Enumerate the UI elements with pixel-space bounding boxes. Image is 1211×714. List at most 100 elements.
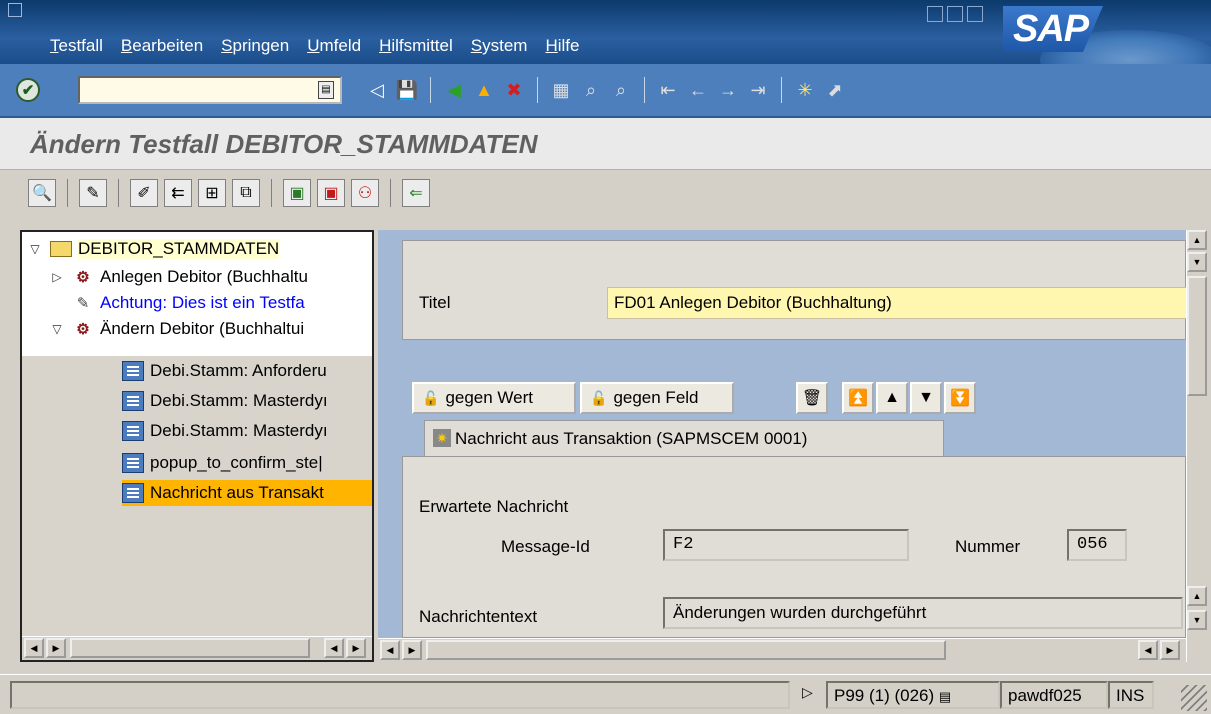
nachrichtentext-field[interactable]: Änderungen wurden durchgeführt bbox=[663, 597, 1183, 629]
menu-system[interactable]: System bbox=[471, 36, 528, 56]
tree-item[interactable]: ✎ Achtung: Dies ist ein Testfa bbox=[72, 290, 305, 316]
move-top-button[interactable]: ⏫ bbox=[842, 382, 874, 414]
tree-item-label: Ändern Debitor (Buchhaltui bbox=[100, 319, 305, 338]
insert-icon[interactable]: ⇇ bbox=[164, 179, 192, 207]
resize-grip-icon[interactable] bbox=[1181, 685, 1207, 711]
maximize-icon[interactable] bbox=[947, 6, 963, 22]
detail-vertical-scrollbar[interactable]: ▲ ▼ ▲ ▼ bbox=[1186, 230, 1208, 662]
nummer-label: Nummer bbox=[955, 537, 1021, 556]
system-info-icon[interactable]: ▤ bbox=[939, 689, 951, 704]
shortcut-icon[interactable]: ⬈ bbox=[822, 77, 848, 103]
tree-item-selected[interactable]: Nachricht aus Transakt bbox=[122, 480, 372, 506]
scroll-left-icon[interactable]: ◀ bbox=[380, 640, 400, 660]
tree-item[interactable]: Debi.Stamm: Masterdyı bbox=[122, 418, 328, 444]
gegen-wert-button[interactable]: 🔓 gegen Wert bbox=[412, 382, 576, 414]
scroll-right-icon[interactable]: ▶ bbox=[402, 640, 422, 660]
scroll-up-icon[interactable]: ▲ bbox=[1187, 586, 1207, 606]
nummer-field[interactable]: 056 bbox=[1067, 529, 1127, 561]
separator bbox=[537, 77, 538, 103]
new-session-icon[interactable]: ✳ bbox=[792, 77, 818, 103]
enter-check-icon[interactable]: ✔ bbox=[16, 78, 40, 102]
nachrichtentext-label: Nachrichtentext bbox=[419, 607, 538, 626]
edit-node-icon[interactable]: ✐ bbox=[130, 179, 158, 207]
tree-horizontal-scrollbar[interactable]: ◀ ▶ ◀ ▶ bbox=[22, 636, 372, 660]
separator bbox=[67, 179, 68, 207]
tree-item[interactable]: ▷ ⚙ Anlegen Debitor (Buchhaltu bbox=[50, 264, 308, 290]
last-page-icon[interactable]: ⇥ bbox=[745, 77, 771, 103]
scroll-left-icon[interactable]: ◀ bbox=[324, 638, 344, 658]
move-down-button[interactable]: ▼ bbox=[910, 382, 942, 414]
titel-field[interactable]: FD01 Anlegen Debitor (Buchhaltung) bbox=[607, 287, 1187, 319]
previous-page-icon[interactable]: ← bbox=[685, 77, 711, 103]
scroll-thumb[interactable] bbox=[426, 640, 946, 660]
close-icon[interactable] bbox=[967, 6, 983, 22]
system-menu-icon[interactable] bbox=[8, 3, 22, 17]
first-page-icon[interactable]: ⇤ bbox=[655, 77, 681, 103]
delete-button[interactable]: 🗑 bbox=[796, 382, 828, 414]
back-arrow-icon[interactable]: ◁ bbox=[364, 77, 390, 103]
tree-item[interactable]: Debi.Stamm: Masterdyı bbox=[122, 388, 328, 414]
scroll-down-icon[interactable]: ▼ bbox=[1187, 610, 1207, 630]
tree-item[interactable]: Debi.Stamm: Anforderu bbox=[122, 358, 327, 384]
up-arrow-icon: ▲ bbox=[884, 389, 900, 406]
print-icon[interactable]: ▦ bbox=[548, 77, 574, 103]
title-section: Titel FD01 Anlegen Debitor (Buchhaltung) bbox=[402, 240, 1187, 340]
tree-root[interactable]: ▽ DEBITOR_STAMMDATEN bbox=[28, 236, 280, 262]
expand-icon[interactable]: ▷ bbox=[50, 270, 64, 284]
relations-icon[interactable]: ⚇ bbox=[351, 179, 379, 207]
left-arrow-icon[interactable]: ⇐ bbox=[402, 179, 430, 207]
minimize-icon[interactable] bbox=[927, 6, 943, 22]
pencil-icon: ✎ bbox=[76, 295, 90, 312]
folder-icon bbox=[50, 239, 72, 259]
scroll-up-icon[interactable]: ▲ bbox=[1187, 230, 1207, 250]
delete-row-icon[interactable]: ▣ bbox=[317, 179, 345, 207]
menu-springen[interactable]: Springen bbox=[221, 36, 289, 56]
exit-icon[interactable]: ▲ bbox=[471, 77, 497, 103]
move-up-button[interactable]: ▲ bbox=[876, 382, 908, 414]
back-icon[interactable]: ◀ bbox=[441, 77, 467, 103]
display-icon[interactable]: 🔍 bbox=[28, 179, 56, 207]
scroll-thumb[interactable] bbox=[1187, 276, 1207, 396]
message-id-field[interactable]: F2 bbox=[663, 529, 909, 561]
collapse-icon[interactable]: ▽ bbox=[28, 242, 42, 256]
separator bbox=[118, 179, 119, 207]
double-down-icon: ⏬ bbox=[950, 390, 970, 407]
cancel-icon[interactable]: ✖ bbox=[501, 77, 527, 103]
menu-hilfe[interactable]: Hilfe bbox=[545, 36, 579, 56]
save-icon[interactable]: 💾 bbox=[394, 77, 420, 103]
menu-bearbeiten[interactable]: Bearbeiten bbox=[121, 36, 203, 56]
menu-umfeld[interactable]: Umfeld bbox=[307, 36, 361, 56]
edit-icon[interactable]: ✎ bbox=[79, 179, 107, 207]
separator bbox=[430, 77, 431, 103]
tree-item[interactable]: popup_to_confirm_ste| bbox=[122, 450, 323, 476]
scroll-right-icon[interactable]: ▶ bbox=[346, 638, 366, 658]
tab-nachricht[interactable]: ✷ Nachricht aus Transaktion (SAPMSCEM 00… bbox=[424, 420, 944, 456]
scroll-right-icon[interactable]: ▶ bbox=[46, 638, 66, 658]
tree-item[interactable]: ▽ ⚙ Ändern Debitor (Buchhaltui bbox=[50, 316, 304, 342]
scroll-left-icon[interactable]: ◀ bbox=[24, 638, 44, 658]
separator bbox=[271, 179, 272, 207]
scroll-right-icon[interactable]: ▶ bbox=[1160, 640, 1180, 660]
scroll-thumb[interactable] bbox=[70, 638, 310, 658]
find-icon[interactable]: ⌕ bbox=[578, 77, 604, 103]
collapse-icon[interactable]: ▽ bbox=[50, 322, 64, 336]
find-next-icon[interactable]: ⌕ bbox=[608, 77, 634, 103]
menu-testfall[interactable]: Testfall bbox=[50, 36, 103, 56]
detail-horizontal-scrollbar[interactable]: ◀ ▶ ◀ ▶ bbox=[378, 638, 1186, 662]
scroll-left-icon[interactable]: ◀ bbox=[1138, 640, 1158, 660]
next-page-icon[interactable]: → bbox=[715, 77, 741, 103]
add-row-icon[interactable]: ▣ bbox=[283, 179, 311, 207]
scroll-down-icon[interactable]: ▼ bbox=[1187, 252, 1207, 272]
gegen-feld-button[interactable]: 🔓 gegen Feld bbox=[580, 382, 734, 414]
command-history-icon[interactable]: ▤ bbox=[318, 81, 334, 99]
hierarchy-icon[interactable]: ⊞ bbox=[198, 179, 226, 207]
document-icon bbox=[122, 391, 144, 411]
tree-root-label: DEBITOR_STAMMDATEN bbox=[78, 239, 280, 259]
system-info[interactable]: P99 (1) (026) ▤ bbox=[826, 681, 1000, 709]
copy-icon[interactable]: ⧉ bbox=[232, 179, 260, 207]
insert-mode[interactable]: INS bbox=[1108, 681, 1154, 709]
command-field[interactable] bbox=[78, 76, 342, 104]
move-bottom-button[interactable]: ⏬ bbox=[944, 382, 976, 414]
menu-hilfsmittel[interactable]: Hilfsmittel bbox=[379, 36, 453, 56]
status-expand-icon[interactable]: ▷ bbox=[796, 681, 826, 709]
